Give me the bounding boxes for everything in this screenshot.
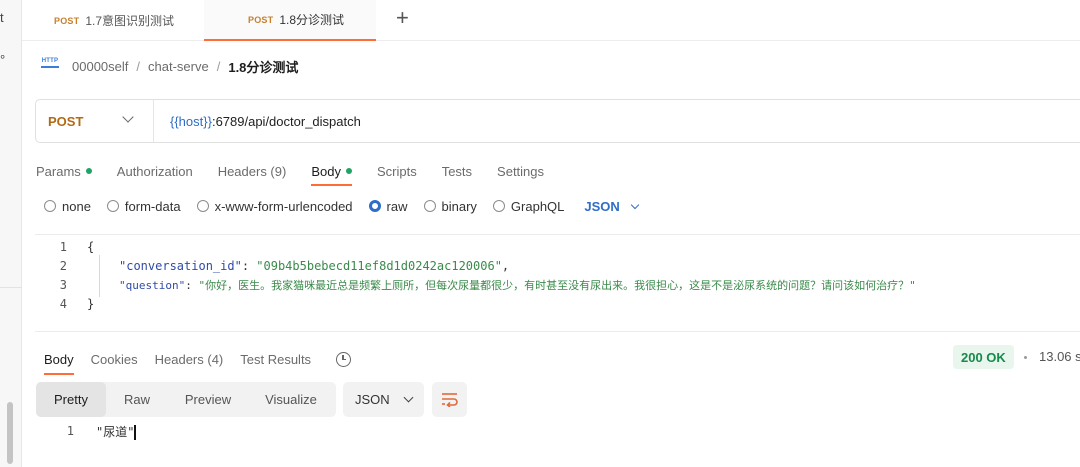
url-host-variable: {{host}} bbox=[170, 113, 212, 129]
http-icon-label: HTTP bbox=[41, 58, 59, 64]
request-config-tabs: Params Authorization Headers (9) Body Sc… bbox=[36, 158, 569, 186]
breadcrumb-separator: / bbox=[136, 58, 141, 74]
response-format-select[interactable]: JSON bbox=[343, 382, 424, 417]
line-number: 1 bbox=[59, 239, 67, 254]
radio-circle-icon bbox=[423, 200, 436, 212]
text-cursor bbox=[134, 424, 137, 440]
chevron-down-icon bbox=[630, 200, 640, 209]
breadcrumb-separator: / bbox=[216, 58, 221, 74]
radio-graphql[interactable]: GraphQL bbox=[492, 199, 564, 214]
radio-urlencoded[interactable]: x-www-form-urlencoded bbox=[196, 199, 353, 214]
tab-tests[interactable]: Tests bbox=[442, 158, 472, 184]
tab-label: 1.8分诊测试 bbox=[279, 13, 344, 27]
json-key: "question" bbox=[119, 278, 186, 292]
breadcrumb-request-name[interactable]: 1.8分诊测试 bbox=[228, 57, 298, 76]
radio-selected-icon bbox=[368, 200, 381, 212]
response-body-line[interactable]: 1 "尿道" bbox=[36, 422, 137, 440]
view-visualize-button[interactable]: Visualize bbox=[248, 382, 334, 417]
tab-response-headers[interactable]: Headers (4) bbox=[155, 347, 224, 371]
radio-raw[interactable]: raw bbox=[368, 199, 408, 214]
tab-scripts[interactable]: Scripts bbox=[377, 158, 417, 184]
method-label: POST bbox=[48, 113, 84, 129]
chevron-down-icon bbox=[403, 392, 414, 403]
tab-settings[interactable]: Settings bbox=[497, 158, 544, 184]
wrap-lines-button[interactable] bbox=[432, 382, 467, 417]
tab-test-results[interactable]: Test Results bbox=[240, 347, 311, 371]
radio-circle-icon bbox=[196, 200, 209, 212]
breadcrumb-collection[interactable]: chat-serve bbox=[148, 59, 209, 74]
tab-triage-test[interactable]: POST 1.8分诊测试 bbox=[204, 0, 376, 41]
tab-response-body[interactable]: Body bbox=[44, 347, 74, 375]
response-tabs: Body Cookies Headers (4) Test Results bbox=[44, 347, 352, 375]
new-tab-plus-icon[interactable]: + bbox=[396, 5, 409, 31]
sidebar-divider bbox=[0, 287, 22, 288]
method-select[interactable]: POST bbox=[36, 100, 154, 142]
request-body-editor[interactable]: 1 { 2 "conversation_id": "09b4b5bebecd11… bbox=[35, 234, 1080, 332]
response-value: "尿道" bbox=[96, 424, 135, 439]
line-number: 2 bbox=[59, 258, 67, 273]
http-request-icon: HTTP bbox=[40, 58, 60, 74]
breadcrumb: HTTP 00000self / chat-serve / 1.8分诊测试 bbox=[40, 56, 298, 76]
tab-params[interactable]: Params bbox=[36, 158, 92, 184]
wrap-lines-icon bbox=[442, 393, 458, 407]
json-key: "conversation_id" bbox=[119, 258, 242, 273]
json-value: "09b4b5bebecd11ef8d1d0242ac120006" bbox=[256, 258, 502, 273]
body-indicator-dot bbox=[345, 168, 352, 174]
line-number: 3 bbox=[59, 277, 67, 292]
status-badge[interactable]: 200 OK bbox=[953, 345, 1014, 369]
history-icon[interactable] bbox=[336, 351, 352, 367]
response-time[interactable]: 13.06 s bbox=[1039, 349, 1080, 364]
line-number: 4 bbox=[59, 296, 67, 311]
sidebar-scrollbar[interactable] bbox=[7, 402, 13, 464]
view-raw-button[interactable]: Raw bbox=[106, 382, 168, 417]
left-sidebar-strip: t ° bbox=[0, 0, 22, 467]
body-type-options: none form-data x-www-form-urlencoded raw… bbox=[44, 196, 640, 216]
body-format-dropdown[interactable]: JSON bbox=[584, 199, 640, 214]
url-input[interactable]: {{host}}:6789/api/doctor_dispatch bbox=[154, 114, 361, 129]
url-path: :6789/api/doctor_dispatch bbox=[211, 113, 361, 129]
tab-body[interactable]: Body bbox=[311, 158, 352, 186]
url-bar: POST {{host}}:6789/api/doctor_dispatch bbox=[35, 99, 1080, 143]
tab-headers[interactable]: Headers (9) bbox=[218, 158, 287, 184]
response-view-modes: Pretty Raw Preview Visualize bbox=[36, 382, 336, 417]
chevron-down-icon bbox=[122, 111, 134, 123]
line-number: 1 bbox=[66, 424, 74, 438]
radio-circle-icon bbox=[492, 200, 505, 212]
radio-circle-icon bbox=[106, 200, 119, 212]
radio-binary[interactable]: binary bbox=[423, 199, 477, 214]
params-indicator-dot bbox=[85, 168, 92, 174]
radio-none[interactable]: none bbox=[44, 199, 91, 214]
tab-method-badge: POST bbox=[54, 15, 80, 26]
view-pretty-button[interactable]: Pretty bbox=[36, 382, 106, 417]
tab-cookies[interactable]: Cookies bbox=[91, 347, 138, 371]
tab-method-badge: POST bbox=[248, 14, 274, 25]
tab-intent-test[interactable]: POST 1.7意图识别测试 bbox=[54, 0, 204, 41]
sidebar-clipped-text: t bbox=[0, 10, 4, 25]
radio-circle-icon bbox=[44, 200, 56, 212]
breadcrumb-workspace[interactable]: 00000self bbox=[72, 59, 128, 74]
tab-label: 1.7意图识别测试 bbox=[85, 14, 174, 28]
radio-form-data[interactable]: form-data bbox=[106, 199, 181, 214]
sidebar-clipped-mark: ° bbox=[0, 52, 6, 67]
request-tab-bar: POST 1.7意图识别测试 POST 1.8分诊测试 + bbox=[22, 0, 1080, 41]
json-value: "你好，医生。我家猫咪最近总是频繁上厕所，但每次尿量都很少，有时甚至没有尿出来。… bbox=[198, 278, 916, 292]
view-preview-button[interactable]: Preview bbox=[168, 382, 248, 417]
separator-dot bbox=[1024, 356, 1027, 359]
tab-authorization[interactable]: Authorization bbox=[117, 158, 193, 184]
